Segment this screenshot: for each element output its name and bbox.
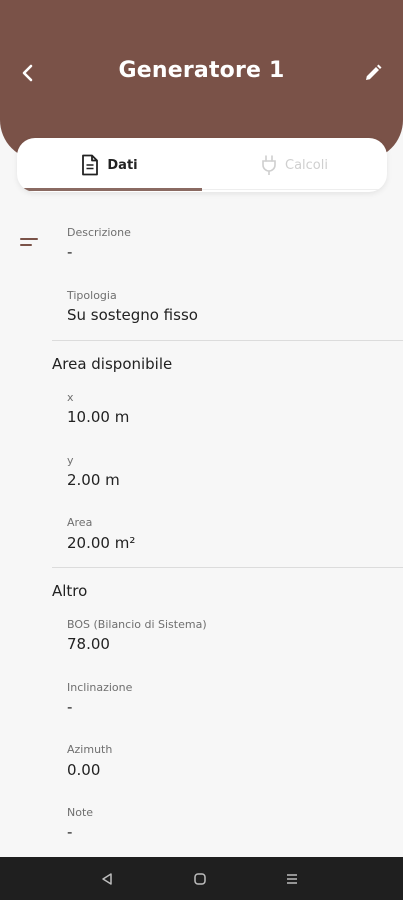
page-title: Generatore 1 — [118, 58, 285, 83]
inclinazione-value: - — [67, 698, 73, 716]
back-triangle-icon — [102, 873, 112, 885]
inclinazione-label: Inclinazione — [67, 681, 133, 694]
y-label: y — [67, 454, 74, 467]
tab-calcoli[interactable]: Calcoli — [202, 138, 387, 192]
list-menu-icon[interactable] — [20, 238, 38, 248]
pencil-icon — [366, 64, 382, 80]
bos-label: BOS (Bilancio di Sistema) — [67, 618, 207, 631]
area-section-title: Area disponibile — [52, 355, 173, 373]
azimuth-label: Azimuth — [67, 743, 113, 756]
document-icon — [82, 154, 99, 176]
bos-value: 78.00 — [67, 635, 110, 653]
note-value: - — [67, 823, 73, 841]
nav-recents-button[interactable] — [281, 869, 303, 889]
divider — [52, 567, 403, 568]
area-label: Area — [67, 516, 93, 529]
area-value: 20.00 m² — [67, 534, 136, 552]
nav-back-button[interactable] — [96, 869, 118, 889]
plug-icon — [262, 155, 276, 175]
tab-underline — [202, 189, 387, 190]
y-value: 2.00 m — [67, 471, 120, 489]
recents-menu-icon — [287, 874, 297, 884]
back-button[interactable] — [14, 58, 42, 88]
tab-dati[interactable]: Dati — [17, 138, 202, 192]
descrizione-label: Descrizione — [67, 226, 131, 239]
tipologia-label: Tipologia — [67, 289, 117, 302]
tab-calcoli-label: Calcoli — [285, 157, 328, 173]
active-tab-indicator — [17, 188, 202, 191]
system-navigation-bar — [0, 857, 403, 900]
home-square-icon — [194, 873, 206, 885]
tab-dati-label: Dati — [107, 157, 138, 173]
azimuth-value: 0.00 — [67, 761, 101, 779]
chevron-left-icon — [22, 64, 33, 82]
app-header: Generatore 1 — [0, 0, 403, 160]
note-label: Note — [67, 806, 94, 819]
x-label: x — [67, 391, 74, 404]
edit-button[interactable] — [359, 58, 387, 88]
x-value: 10.00 m — [67, 408, 130, 426]
descrizione-value: - — [67, 243, 73, 261]
nav-home-button[interactable] — [189, 869, 211, 889]
tab-bar: Dati Calcoli — [17, 138, 387, 192]
altro-section-title: Altro — [52, 582, 88, 600]
divider — [52, 340, 403, 341]
tipologia-value: Su sostegno fisso — [67, 306, 198, 324]
